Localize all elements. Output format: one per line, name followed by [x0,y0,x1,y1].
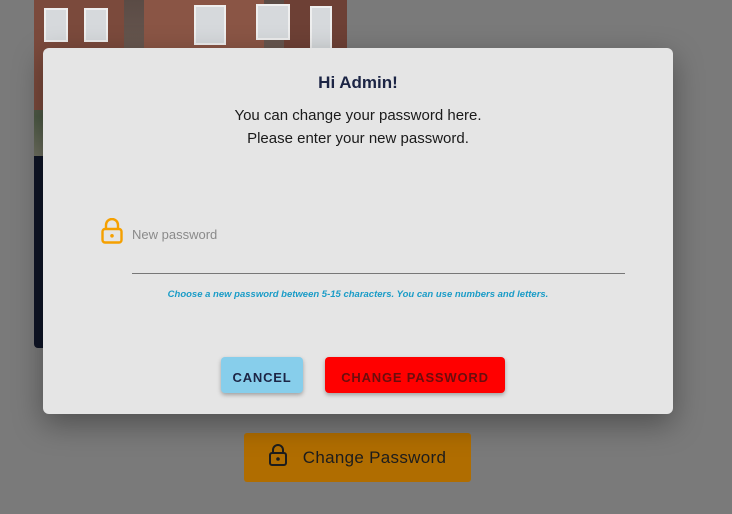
dialog-instruction-2: Please enter your new password. [247,130,469,147]
change-password-button-label: Change Password [302,447,447,467]
change-password-submit-button[interactable]: CHANGE PASSWORD [325,357,505,393]
lock-icon [268,444,287,471]
lock-icon [101,217,123,249]
cancel-button[interactable]: CANCEL [221,357,303,393]
change-password-dialog: Hi Admin! You can change your password h… [43,48,673,414]
change-password-button[interactable]: Change Password [244,433,471,482]
new-password-input[interactable] [132,218,625,274]
dialog-title: Hi Admin! [318,73,398,92]
password-hint: Choose a new password between 5-15 chara… [167,289,549,300]
dialog-instruction-1: You can change your password here. [234,107,482,124]
